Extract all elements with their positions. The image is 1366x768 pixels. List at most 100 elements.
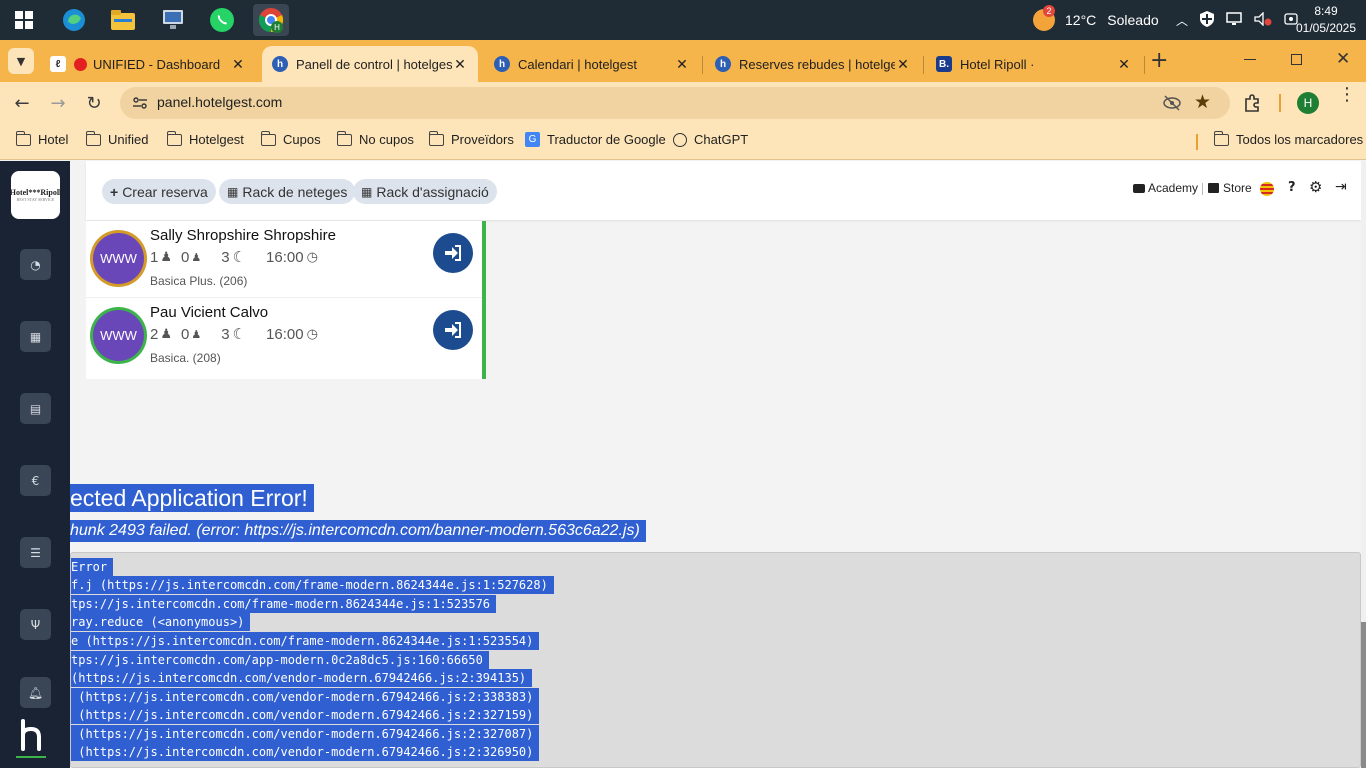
bookmark-folder-no-cupos[interactable]: No cupos <box>336 130 414 147</box>
all-bookmarks-folder[interactable]: Todos los marcadores <box>1213 130 1363 147</box>
arrival-time: 16:00 <box>266 325 304 343</box>
academy-link[interactable]: Academy <box>1133 181 1198 195</box>
restaurant-icon[interactable]: Ψ <box>20 609 51 640</box>
sidebar-active-indicator <box>16 756 46 758</box>
stack-line: (https://js.intercomcdn.com/vendor-moder… <box>71 743 540 761</box>
bookmark-folder-unified[interactable]: Unified <box>85 130 148 147</box>
adults-count: 1 <box>150 248 159 266</box>
euro-icon[interactable]: € <box>20 465 51 496</box>
bookmark-folder-proveidors[interactable]: Proveïdors <box>428 130 514 147</box>
avatar-text: WWW <box>100 328 137 343</box>
adults-count: 2 <box>150 325 159 343</box>
guest-name: Pau Vicient Calvo <box>150 304 269 321</box>
profile-avatar[interactable]: H <box>1297 92 1319 114</box>
tab-search-button[interactable]: ▼ <box>8 48 34 74</box>
stack-line: (https://js.intercomcdn.com/vendor-moder… <box>71 725 540 743</box>
back-arrow-icon[interactable]: ← <box>8 89 36 117</box>
volume-muted-icon[interactable] <box>1254 10 1272 29</box>
hotelgest-h-logo-icon[interactable] <box>20 719 44 753</box>
new-tab-icon[interactable]: + <box>1150 50 1168 72</box>
restore-icon[interactable] <box>1291 54 1302 65</box>
bookmark-folder-hotelgest[interactable]: Hotelgest <box>166 130 244 147</box>
clock[interactable]: 8:49 01/05/2025 <box>1295 3 1357 37</box>
weather-badge: 2 <box>1043 5 1055 17</box>
chatgpt-icon <box>673 132 687 147</box>
close-tab-icon[interactable]: ✕ <box>674 56 690 73</box>
web-booking-avatar: WWW <box>93 310 144 361</box>
bookmark-folder-cupos[interactable]: Cupos <box>260 130 321 147</box>
close-tab-icon[interactable]: ✕ <box>230 56 246 73</box>
moon-icon: ☾ <box>232 249 247 266</box>
tab-reserves-rebudes[interactable]: h Reserves rebudes | hotelgest ✕ <box>705 46 921 82</box>
bookmark-label: Hotel <box>38 132 69 147</box>
building-icon[interactable]: ▤ <box>20 393 51 424</box>
tab-hotel-ripoll-booking[interactable]: B. Hotel Ripoll · ✕ <box>926 46 1142 82</box>
assignment-rack-button[interactable]: ▦ Rack d'assignació <box>353 179 497 204</box>
bookmark-folder-hotel[interactable]: Hotel <box>15 130 69 147</box>
stack-line: tps://js.intercomcdn.com/app-modern.0c2a… <box>71 651 489 669</box>
logo-tagline: BEST STAY SERVICE <box>16 197 55 202</box>
weather-description: Soleado <box>1107 12 1159 28</box>
eye-slash-icon[interactable] <box>1162 94 1182 116</box>
site-settings-icon[interactable] <box>132 95 148 115</box>
forward-arrow-icon[interactable]: → <box>44 89 72 117</box>
moon-icon: ☾ <box>232 326 247 343</box>
stack-line: (https://js.intercomcdn.com/vendor-moder… <box>71 688 540 706</box>
catalan-flag-icon[interactable] <box>1260 182 1274 196</box>
booking-card[interactable]: WWW Sally Shropshire Shropshire 1 ♟ 0 ♟ … <box>86 221 486 302</box>
tab-panell-de-control[interactable]: h Panell de control | hotelgest ✕ <box>262 46 478 82</box>
sign-in-icon <box>445 245 461 261</box>
system-tray: ︿ <box>1176 0 1298 40</box>
edge-browser-icon[interactable] <box>56 4 92 36</box>
logout-icon[interactable]: ⇥ <box>1335 179 1347 195</box>
tab-unified-dashboard[interactable]: ℓ UNIFIED - Dashboard ✕ <box>40 46 256 82</box>
chrome-icon[interactable]: H <box>253 4 289 36</box>
network-icon[interactable] <box>1226 11 1242 29</box>
tab-calendari[interactable]: h Calendari | hotelgest ✕ <box>484 46 700 82</box>
button-label: Crear reserva <box>122 183 208 200</box>
weather-widget[interactable]: 2 12°C Soleado <box>1033 0 1159 40</box>
bookmark-google-translate[interactable]: G Traductor de Google <box>525 132 666 147</box>
reload-icon[interactable]: ↻ <box>80 89 108 117</box>
create-booking-button[interactable]: + Crear reserva <box>102 179 216 204</box>
minimize-icon[interactable] <box>1244 59 1256 60</box>
dashboard-pie-icon[interactable]: ◔ <box>20 249 51 280</box>
extensions-icon[interactable] <box>1243 93 1263 117</box>
kebab-menu-icon[interactable]: ⋮ <box>1338 86 1356 104</box>
check-in-button[interactable] <box>433 310 473 350</box>
bookmark-label: Proveïdors <box>451 132 514 147</box>
file-explorer-icon[interactable] <box>105 4 141 36</box>
close-window-icon[interactable]: ✕ <box>1336 49 1350 69</box>
bookmark-label: Traductor de Google <box>547 132 666 147</box>
nights-count: 3 <box>221 248 230 266</box>
close-tab-icon[interactable]: ✕ <box>1116 56 1132 73</box>
check-in-button[interactable] <box>433 233 473 273</box>
settings-gear-icon[interactable]: ⚙ <box>1309 178 1322 196</box>
close-tab-icon[interactable]: ✕ <box>895 56 911 73</box>
scrollbar-thumb[interactable] <box>1361 622 1366 768</box>
chevron-up-icon[interactable]: ︿ <box>1176 12 1188 29</box>
bookmark-star-icon[interactable]: ★ <box>1194 91 1211 113</box>
address-bar[interactable]: panel.hotelgest.com ★ <box>120 87 1230 119</box>
remote-desktop-icon[interactable] <box>155 4 191 36</box>
store-link[interactable]: Store <box>1208 181 1252 195</box>
cleaning-rack-button[interactable]: ▦ Rack de neteges <box>219 179 356 204</box>
windows-start-icon[interactable] <box>6 4 42 36</box>
stack-line: (https://js.intercomcdn.com/vendor-moder… <box>71 706 540 724</box>
bookmark-chatgpt[interactable]: ChatGPT <box>673 132 748 147</box>
hotelgest-favicon-icon: h <box>272 56 288 72</box>
windows-taskbar: H 2 12°C Soleado ︿ 8:49 01/05/2025 <box>0 0 1366 40</box>
security-shield-icon[interactable] <box>1200 10 1215 30</box>
close-tab-icon[interactable]: ✕ <box>452 56 468 73</box>
help-icon[interactable]: ? <box>1288 180 1296 195</box>
list-icon[interactable]: ☰ <box>20 537 51 568</box>
guest-name: Sally Shropshire Shropshire <box>150 227 336 244</box>
room-type: Basica. (208) <box>150 351 221 365</box>
booking-card[interactable]: WWW Pau Vicient Calvo 2 ♟ 0 ♟ 3 ☾ 16:00 … <box>86 298 486 379</box>
bell-icon[interactable]: 🔔︎ <box>20 677 51 708</box>
url-text[interactable]: panel.hotelgest.com <box>157 94 282 110</box>
whatsapp-icon[interactable] <box>204 4 240 36</box>
hotel-logo[interactable]: Hotel***Ripoll BEST STAY SERVICE <box>10 171 61 219</box>
tab-divider <box>923 56 924 74</box>
calendar-icon[interactable]: ▦ <box>20 321 51 352</box>
